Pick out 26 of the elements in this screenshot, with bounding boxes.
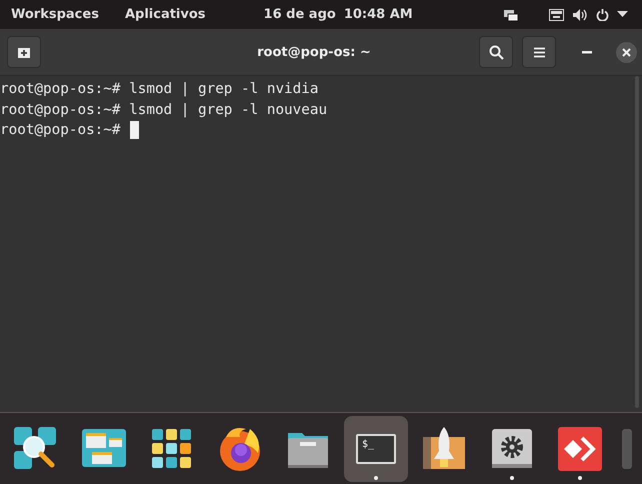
menu-icon [534,46,544,58]
new-tab-button[interactable] [7,36,41,68]
search-icon [488,44,504,60]
applications-button[interactable]: Aplicativos [124,7,206,22]
command-text: lsmod | grep -l nouveau [128,100,328,120]
dock-item[interactable]: $_ [344,416,408,482]
command-text: lsmod | grep -l nvidia [128,80,318,99]
terminal-icon: $_ [356,434,396,464]
menu-button[interactable] [522,36,556,68]
windows-icon[interactable] [503,8,519,22]
minimize-icon [582,50,592,54]
prompt-text: root@pop-os:~# [0,121,121,140]
window-title: root@pop-os: ~ [256,44,372,60]
keyboard-icon[interactable] [549,8,564,20]
power-icon[interactable] [596,8,609,21]
search-button[interactable] [479,36,513,68]
clock-text[interactable]: 10:48 AM [344,7,413,22]
new-tab-icon [17,46,31,58]
caret-icon[interactable] [617,11,628,18]
workspaces-button[interactable]: Workspaces [11,7,99,22]
prompt-text: root@pop-os:~# [0,100,121,120]
close-button[interactable] [616,42,637,62]
date-text[interactable]: 16 de ago [264,7,336,22]
volume-icon[interactable] [572,8,588,22]
prompt-text: root@pop-os:~# [0,80,121,99]
close-icon [622,48,631,56]
